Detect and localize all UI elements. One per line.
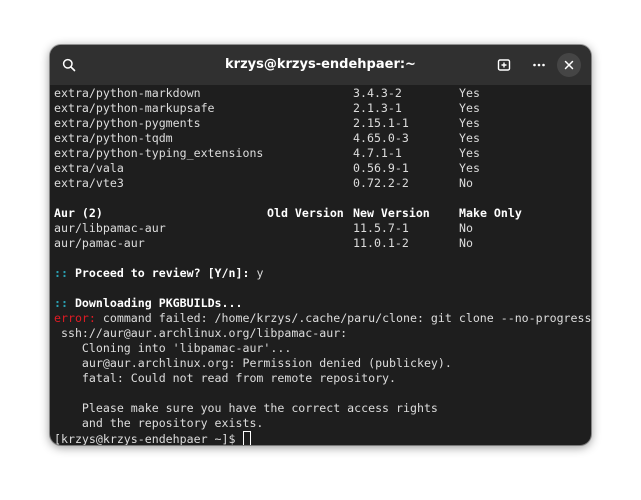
review-prompt: :: Proceed to review? [Y/n]: y: [54, 266, 263, 281]
package-row: extra/vte3 0.72.2-2 No: [54, 176, 473, 191]
aur-package-name: aur/pamac-aur: [54, 236, 145, 250]
aur-row: aur/pamac-aur 11.0.1-2 No: [54, 236, 473, 251]
error-detail: and the repository exists.: [54, 416, 264, 430]
package-new-version: 3.4.3-2: [353, 86, 402, 100]
error-line-cont: ssh://aur@aur.archlinux.org/libpamac-aur…: [54, 326, 348, 340]
package-row: extra/python-pygments 2.15.1-1 Yes: [54, 116, 480, 131]
package-name: extra/python-markupsafe: [54, 101, 215, 115]
package-new-version: 0.56.9-1: [353, 161, 409, 175]
shell-prompt: [krzys@krzys-endehpaer ~]$: [54, 432, 236, 445]
aur-header-repo: Aur (2): [54, 206, 103, 220]
aur-row: aur/libpamac-aur 11.5.7-1 No: [54, 221, 473, 236]
review-answer: y: [256, 266, 264, 280]
prompt-marker: ::: [54, 296, 68, 310]
aur-table-header: Aur (2) Old Version New Version Make Onl…: [54, 206, 522, 221]
package-make-only: Yes: [459, 101, 480, 115]
package-new-version: 4.65.0-3: [353, 131, 409, 145]
package-name: extra/python-typing_extensions: [54, 146, 264, 160]
aur-header-new-version: New Version: [353, 206, 430, 220]
error-line: error: command failed: /home/krzys/.cach…: [54, 311, 591, 326]
new-tab-button[interactable]: [492, 53, 516, 77]
aur-package-new-version: 11.5.7-1: [353, 221, 409, 235]
error-detail: Please make sure you have the correct ac…: [54, 401, 438, 415]
prompt-marker: ::: [54, 266, 68, 280]
package-row: extra/python-markupsafe 2.1.3-1 Yes: [54, 101, 480, 116]
package-name: extra/vte3: [54, 176, 124, 190]
package-name: extra/python-tqdm: [54, 131, 173, 145]
package-make-only: Yes: [459, 116, 480, 130]
download-text: Downloading PKGBUILDs...: [74, 296, 243, 310]
package-new-version: 2.1.3-1: [353, 101, 402, 115]
header-bar: krzys@krzys-endehpaer:~: [50, 45, 591, 85]
menu-button[interactable]: [527, 53, 551, 77]
shell-prompt-line[interactable]: [krzys@krzys-endehpaer ~]$: [54, 431, 252, 445]
package-new-version: 0.72.2-2: [353, 176, 409, 190]
search-icon: [62, 58, 76, 72]
package-row: extra/python-typing_extensions 4.7.1-1 Y…: [54, 146, 480, 161]
aur-package-name: aur/libpamac-aur: [54, 221, 166, 235]
package-name: extra/python-pygments: [54, 116, 201, 130]
more-icon: [533, 63, 545, 67]
package-make-only: Yes: [459, 161, 480, 175]
aur-package-new-version: 11.0.1-2: [353, 236, 409, 250]
text-cursor: [243, 431, 252, 445]
package-make-only: Yes: [459, 146, 480, 160]
package-make-only: Yes: [459, 131, 480, 145]
package-new-version: 4.7.1-1: [353, 146, 402, 160]
terminal-output[interactable]: extra/python-markdown 3.4.3-2 Yes extra/…: [54, 85, 591, 445]
close-icon: [564, 60, 574, 70]
error-detail: aur@aur.archlinux.org: Permission denied…: [54, 356, 452, 370]
error-detail: Cloning into 'libpamac-aur'...: [54, 341, 292, 355]
package-row: extra/python-markdown 3.4.3-2 Yes: [54, 86, 480, 101]
new-tab-icon: [497, 59, 511, 71]
download-status: :: Downloading PKGBUILDs...: [54, 296, 242, 311]
aur-header-make-only: Make Only: [459, 206, 522, 220]
review-question: Proceed to review? [Y/n]:: [74, 266, 250, 280]
aur-package-make-only: No: [459, 236, 473, 250]
aur-header-old-version: Old Version: [267, 206, 344, 220]
error-detail: fatal: Could not read from remote reposi…: [54, 371, 397, 385]
package-new-version: 2.15.1-1: [353, 116, 409, 130]
search-button[interactable]: [57, 53, 81, 77]
package-make-only: No: [459, 176, 473, 190]
error-message: command failed: /home/krzys/.cache/paru/…: [102, 311, 591, 325]
package-make-only: Yes: [459, 86, 480, 100]
package-name: extra/python-markdown: [54, 86, 201, 100]
package-name: extra/vala: [54, 161, 124, 175]
terminal-window: krzys@krzys-endehpaer:~ extra/python-mar…: [50, 45, 591, 445]
error-label: error:: [54, 311, 96, 325]
package-row: extra/vala 0.56.9-1 Yes: [54, 161, 480, 176]
package-row: extra/python-tqdm 4.65.0-3 Yes: [54, 131, 480, 146]
aur-package-make-only: No: [459, 221, 473, 235]
close-button[interactable]: [557, 53, 581, 77]
